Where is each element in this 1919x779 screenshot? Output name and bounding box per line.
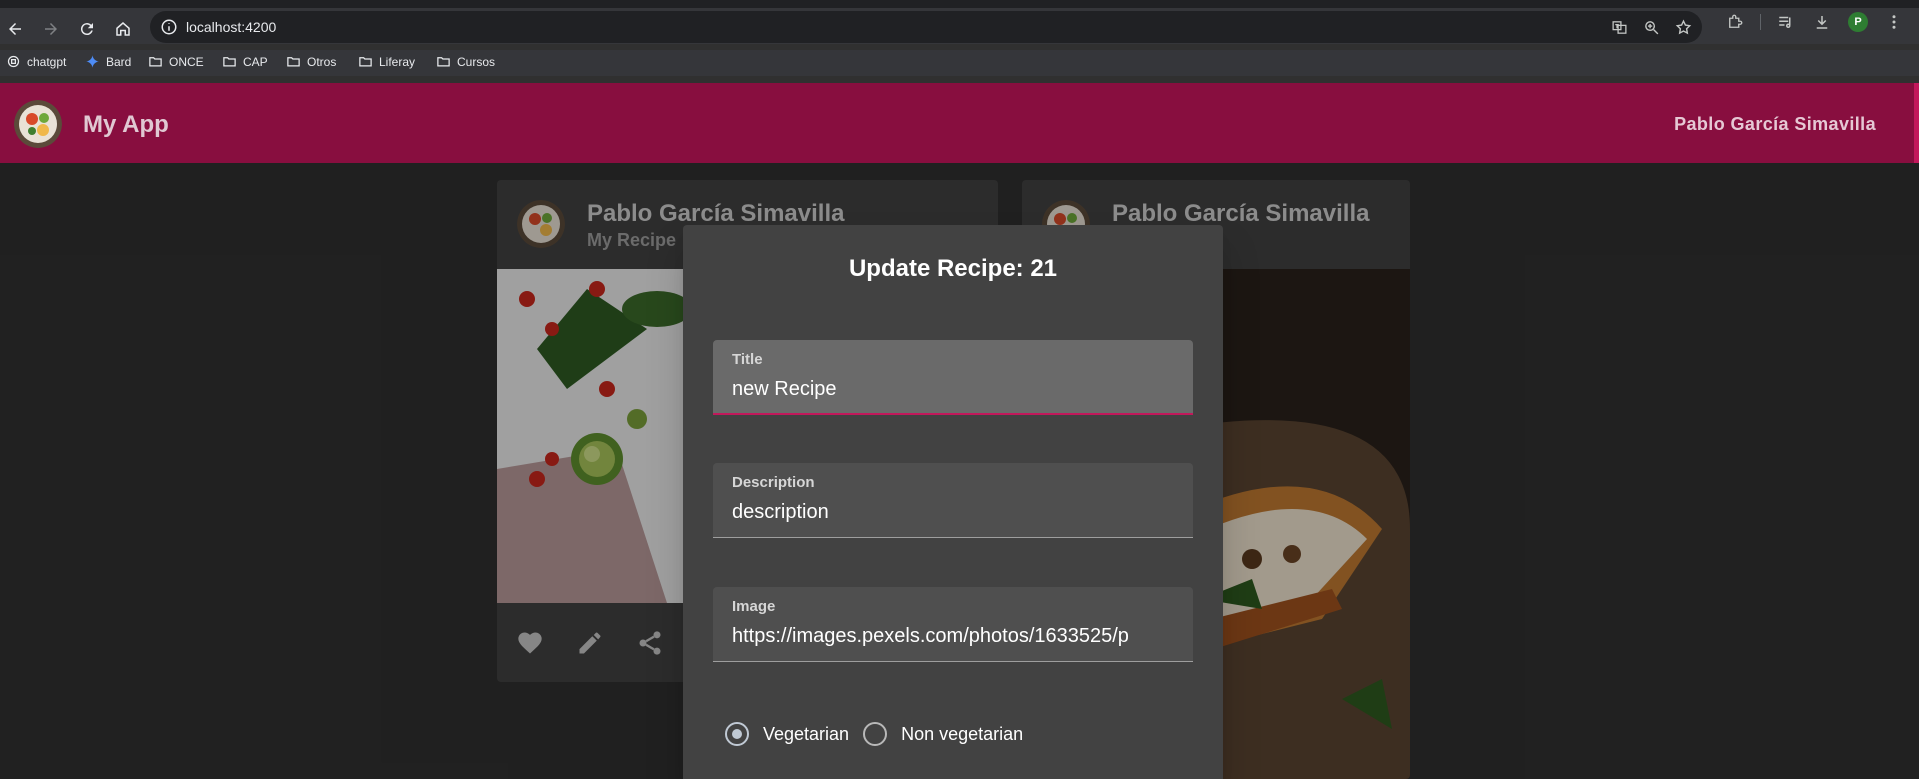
update-recipe-dialog: Update Recipe: 21 Title Description Imag…	[683, 225, 1223, 779]
bookmark-bard[interactable]: Bard	[85, 54, 131, 69]
folder-icon	[223, 57, 236, 67]
non-vegetarian-radio[interactable]	[863, 722, 888, 746]
image-url-input[interactable]	[732, 625, 1180, 648]
title-field[interactable]: Title	[713, 340, 1193, 415]
bookmark-label: CAP	[243, 54, 268, 69]
browser-titlebar	[0, 0, 1919, 8]
dialog-title: Update Recipe: 21	[848, 255, 1058, 282]
chatgpt-icon	[7, 55, 20, 68]
download-icon[interactable]	[1811, 11, 1833, 33]
bookmark-label: ONCE	[169, 54, 204, 69]
non-vegetarian-radio-label[interactable]: Non vegetarian	[901, 724, 1023, 745]
title-field-label: Title	[732, 351, 763, 368]
folder-icon	[287, 57, 300, 67]
more-menu-icon[interactable]	[1883, 11, 1905, 33]
bookmark-folder-otros[interactable]: Otros	[286, 54, 336, 69]
bookmark-label: Liferay	[379, 54, 416, 69]
bookmark-label: Bard	[106, 54, 132, 69]
site-info-icon[interactable]	[160, 18, 178, 36]
folder-icon	[359, 57, 372, 67]
app-toolbar: My App Pablo García Simavilla	[0, 83, 1914, 163]
app-logo	[14, 100, 62, 148]
description-field-label: Description	[732, 474, 815, 491]
diet-radio-group: Vegetarian Non vegetarian	[725, 722, 1037, 746]
description-input[interactable]	[732, 501, 1180, 524]
forward-arrow-icon[interactable]	[38, 16, 64, 42]
app-title: My App	[83, 111, 169, 138]
bookmark-folder-liferay[interactable]: Liferay	[358, 54, 415, 69]
header-user-name[interactable]: Pablo García Simavilla	[1674, 114, 1876, 135]
reload-icon[interactable]	[74, 16, 100, 42]
zoom-icon[interactable]	[1640, 16, 1662, 38]
profile-initial: P	[1848, 12, 1868, 32]
scrollbar[interactable]	[1914, 83, 1919, 163]
home-icon[interactable]	[110, 16, 136, 42]
bookmark-star-icon[interactable]	[1672, 16, 1694, 38]
bookmark-folder-cap[interactable]: CAP	[222, 54, 268, 69]
bookmark-folder-once[interactable]: ONCE	[148, 54, 204, 69]
bookmark-chatgpt[interactable]: chatgpt	[6, 54, 66, 69]
back-arrow-icon[interactable]	[2, 16, 28, 42]
image-field-label: Image	[732, 598, 776, 615]
description-field[interactable]: Description	[713, 463, 1193, 538]
bookmark-label: Cursos	[457, 54, 496, 69]
extensions-puzzle-icon[interactable]	[1724, 11, 1746, 33]
title-input[interactable]	[732, 378, 1180, 401]
url-text[interactable]: localhost:4200	[186, 19, 276, 35]
media-queue-icon[interactable]	[1775, 11, 1797, 33]
vegetarian-radio[interactable]	[725, 722, 749, 746]
toolbar-separator	[1760, 14, 1761, 30]
image-field[interactable]: Image	[713, 587, 1193, 662]
folder-icon	[149, 57, 162, 67]
folder-icon	[437, 57, 450, 67]
address-bar[interactable]: localhost:4200	[150, 11, 1702, 43]
bookmarks-bar: chatgpt Bard ONCE CAP Otros Liferay Curs…	[0, 50, 1919, 76]
bookmark-label: Otros	[307, 54, 337, 69]
bard-sparkle-icon	[86, 55, 99, 68]
bookmark-folder-cursos[interactable]: Cursos	[436, 54, 495, 69]
vegetarian-radio-label[interactable]: Vegetarian	[763, 724, 849, 745]
translate-icon[interactable]	[1608, 16, 1630, 38]
bookmark-label: chatgpt	[27, 54, 67, 69]
profile-avatar[interactable]: P	[1847, 11, 1869, 33]
